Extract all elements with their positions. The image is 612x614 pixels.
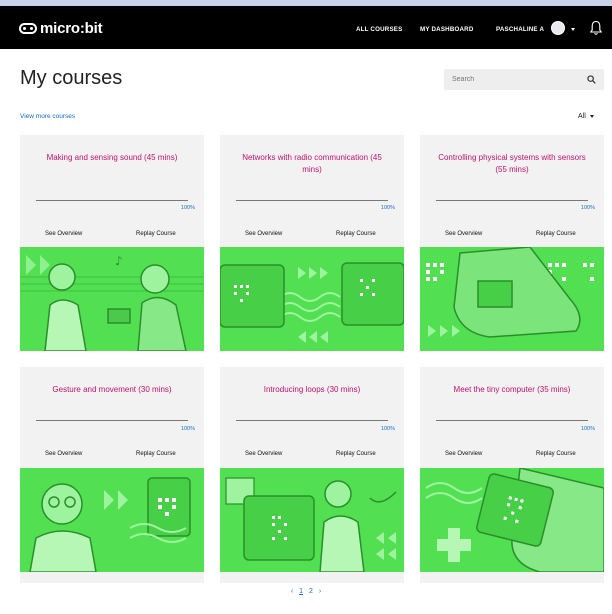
see-overview-button[interactable]: See Overview [245,231,282,237]
progress-bar [236,200,388,201]
search-box [444,69,604,90]
progress-percent: 100% [380,205,395,211]
see-overview-button[interactable]: See Overview [45,231,82,237]
nav-my-dashboard[interactable]: MY DASHBOARD [420,26,474,33]
page-title: My courses [20,67,123,89]
course-title[interactable]: Gesture and movement (30 mins) [34,384,190,396]
course-actions: See Overview Replay Course [20,231,204,243]
user-menu-chevron-down-icon[interactable] [571,28,575,31]
pagination-prev[interactable]: ‹ [291,588,293,595]
progress-percent: 100% [180,205,195,211]
search-input[interactable] [444,76,580,83]
replay-course-button[interactable]: Replay Course [336,231,376,237]
pagination: ‹ 1 2 › [0,588,612,595]
logo-text: micro:bit [40,19,103,37]
view-more-courses-link[interactable]: View more courses [20,113,75,120]
notification-bell-icon[interactable] [590,20,602,36]
course-card[interactable]: Controlling physical systems with sensor… [420,135,604,351]
see-overview-button[interactable]: See Overview [445,231,482,237]
progress-bar [436,200,588,201]
course-card[interactable]: Gesture and movement (30 mins) 100% See … [20,367,204,583]
course-actions: See Overview Replay Course [420,451,604,463]
top-navbar: micro:bit ALL COURSES MY DASHBOARD PASCH… [0,6,612,49]
see-overview-button[interactable]: See Overview [45,451,82,457]
replay-course-button[interactable]: Replay Course [136,231,176,237]
progress-percent: 100% [380,426,395,432]
microbit-logo[interactable]: micro:bit [19,19,103,37]
nav-user-menu[interactable]: PASCHALINE A [496,26,544,33]
course-illustration[interactable] [220,247,404,351]
replay-course-button[interactable]: Replay Course [536,451,576,457]
replay-course-button[interactable]: Replay Course [336,451,376,457]
course-card[interactable]: Introducing loops (30 mins) 100% See Ove… [220,367,404,583]
pagination-page-2[interactable]: 2 [309,588,313,595]
course-illustration[interactable] [420,247,604,351]
course-title[interactable]: Introducing loops (30 mins) [234,384,390,396]
course-card[interactable]: Making and sensing sound (45 mins) 100% … [20,135,204,351]
user-avatar[interactable] [551,21,565,35]
search-icon[interactable] [587,75,596,84]
course-illustration[interactable] [220,468,404,572]
progress-bar [236,420,388,421]
course-card[interactable]: Meet the tiny computer (35 mins) 100% Se… [420,367,604,583]
nav-all-courses[interactable]: ALL COURSES [356,26,402,33]
course-title[interactable]: Making and sensing sound (45 mins) [34,152,190,164]
progress-bar [36,420,188,421]
replay-course-button[interactable]: Replay Course [536,231,576,237]
course-actions: See Overview Replay Course [220,231,404,243]
microbit-logo-icon [19,22,37,34]
filter-value: All [578,113,586,120]
progress-percent: 100% [580,205,595,211]
see-overview-button[interactable]: See Overview [245,451,282,457]
replay-course-button[interactable]: Replay Course [136,451,176,457]
progress-bar [36,200,188,201]
course-title[interactable]: Meet the tiny computer (35 mins) [434,384,590,396]
course-illustration[interactable]: ♪ [20,247,204,351]
course-actions: See Overview Replay Course [220,451,404,463]
progress-percent: 100% [580,426,595,432]
course-filter-select[interactable]: All [578,113,594,120]
course-actions: See Overview Replay Course [20,451,204,463]
pagination-next[interactable]: › [319,588,321,595]
chevron-down-icon [589,115,594,118]
course-illustration[interactable] [420,468,604,572]
progress-percent: 100% [180,426,195,432]
course-actions: See Overview Replay Course [420,231,604,243]
course-title[interactable]: Networks with radio communication (45 mi… [234,152,390,176]
svg-text:♪: ♪ [115,254,123,268]
course-card[interactable]: Networks with radio communication (45 mi… [220,135,404,351]
progress-bar [436,420,588,421]
course-title[interactable]: Controlling physical systems with sensor… [434,152,590,176]
see-overview-button[interactable]: See Overview [445,451,482,457]
pagination-page-1[interactable]: 1 [299,588,303,595]
course-illustration[interactable] [20,468,204,572]
